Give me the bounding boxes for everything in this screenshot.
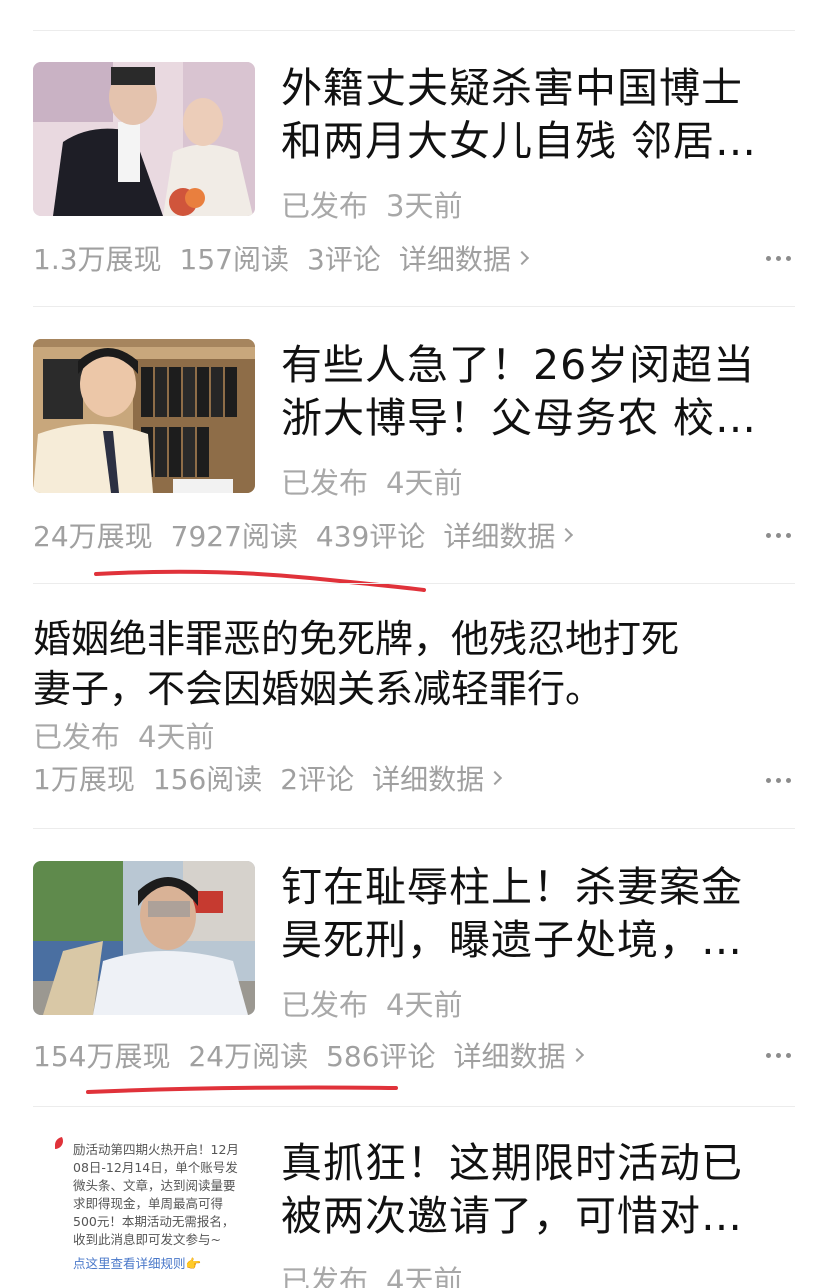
article-thumbnail[interactable] <box>33 62 255 216</box>
title-line: 和两月大女儿自残 邻居… <box>281 117 758 165</box>
title-line: 妻子，不会因婚姻关系减轻罪行。 <box>33 667 604 711</box>
publish-info: 已发布 4天前 <box>281 460 462 502</box>
chevron-right-icon <box>488 770 503 786</box>
thumb-text-line: 500元！本期活动无需报名， <box>73 1214 235 1229</box>
title-line: 浙大博导！父母务农 校… <box>281 394 758 442</box>
more-options-icon[interactable] <box>766 533 791 538</box>
article-thumbnail[interactable] <box>33 339 255 493</box>
publish-info: 已发布 4天前 <box>281 982 462 1024</box>
title-line: 外籍丈夫疑杀害中国博士 <box>281 64 743 112</box>
comments-count: 3评论 <box>306 243 381 276</box>
thumb-text-line: 08日-12月14日，单个账号发 <box>73 1160 238 1175</box>
article-title[interactable]: 真抓狂！这期限时活动已 被两次邀请了，可惜对… <box>281 1137 791 1243</box>
chevron-right-icon <box>569 1047 584 1063</box>
reads-count: 7927阅读 <box>170 520 298 553</box>
title-line: 昊死刑，曝遗子处境，… <box>281 916 743 964</box>
details-label: 详细数据 <box>372 763 485 796</box>
more-options-icon[interactable] <box>766 256 791 261</box>
article-stats: 154万展现 24万阅读 586评论 详细数据 <box>33 1035 584 1075</box>
publish-time: 4天前 <box>386 1264 463 1288</box>
details-label: 详细数据 <box>443 520 556 553</box>
red-underline-annotation <box>86 1085 398 1094</box>
article-title[interactable]: 外籍丈夫疑杀害中国博士 和两月大女儿自残 邻居… <box>281 62 791 168</box>
thumb-rules-link: 点这里查看详细规则👉 <box>73 1256 202 1271</box>
details-label: 详细数据 <box>398 243 511 276</box>
publish-status: 已发布 <box>281 189 369 223</box>
impressions-count: 24万展现 <box>33 520 153 553</box>
red-dot-icon <box>55 1137 63 1149</box>
impressions-count: 154万展现 <box>33 1040 171 1073</box>
article-stats: 1万展现 156阅读 2评论 详细数据 <box>33 758 503 798</box>
reads-count: 24万阅读 <box>188 1040 309 1073</box>
impressions-count: 1万展现 <box>33 763 135 796</box>
publish-time: 4天前 <box>386 988 463 1022</box>
divider <box>33 583 795 584</box>
divider <box>33 306 795 307</box>
title-line: 有些人急了！26岁闵超当 <box>281 341 756 389</box>
publish-info: 已发布 4天前 <box>281 1258 462 1288</box>
thumb-text-line: 求即得现金，单周最高可得 <box>73 1196 224 1211</box>
reads-count: 157阅读 <box>179 243 289 276</box>
comments-count: 2评论 <box>280 763 355 796</box>
article-title[interactable]: 有些人急了！26岁闵超当 浙大博导！父母务农 校… <box>281 339 791 445</box>
title-line: 钉在耻辱柱上！杀妻案金 <box>281 863 743 911</box>
thumb-notice-text: 励活动第四期火热开启！12月 08日-12月14日，单个账号发 微头条、文章，达… <box>73 1141 239 1273</box>
details-link[interactable]: 详细数据 <box>372 758 503 798</box>
red-underline-annotation <box>94 569 426 592</box>
article-thumbnail[interactable] <box>33 861 255 1015</box>
publish-status: 已发布 <box>281 1264 369 1288</box>
divider <box>33 828 795 829</box>
publish-time: 4天前 <box>138 720 215 754</box>
comments-count: 439评论 <box>315 520 426 553</box>
more-options-icon[interactable] <box>766 1053 791 1058</box>
article-feed: 外籍丈夫疑杀害中国博士 和两月大女儿自残 邻居… 已发布 3天前 1.3万展现 1… <box>0 0 827 1288</box>
details-label: 详细数据 <box>453 1040 566 1073</box>
thumb-text-line: 微头条、文章，达到阅读量要 <box>73 1178 236 1193</box>
publish-info: 已发布 4天前 <box>33 714 214 756</box>
title-line: 真抓狂！这期限时活动已 <box>281 1139 743 1187</box>
publish-status: 已发布 <box>281 988 369 1022</box>
publish-status: 已发布 <box>281 466 369 500</box>
publish-time: 4天前 <box>386 466 463 500</box>
thumb-text-line: 收到此消息即可发文参与~ <box>73 1232 221 1247</box>
comments-count: 586评论 <box>326 1040 436 1073</box>
more-options-icon[interactable] <box>766 778 791 783</box>
article-thumbnail[interactable]: 励活动第四期火热开启！12月 08日-12月14日，单个账号发 微头条、文章，达… <box>55 1137 255 1288</box>
publish-info: 已发布 3天前 <box>281 183 462 225</box>
chevron-right-icon <box>559 527 574 543</box>
article-stats: 24万展现 7927阅读 439评论 详细数据 <box>33 515 574 555</box>
reads-count: 156阅读 <box>152 763 263 796</box>
impressions-count: 1.3万展现 <box>33 243 162 276</box>
details-link[interactable]: 详细数据 <box>443 515 574 555</box>
chevron-right-icon <box>514 250 529 266</box>
article-stats: 1.3万展现 157阅读 3评论 详细数据 <box>33 238 529 278</box>
article-title[interactable]: 婚姻绝非罪恶的免死牌，他残忍地打死 妻子，不会因婚姻关系减轻罪行。 <box>33 614 803 714</box>
publish-time: 3天前 <box>386 189 463 223</box>
details-link[interactable]: 详细数据 <box>398 238 529 278</box>
publish-status: 已发布 <box>33 720 121 754</box>
details-link[interactable]: 详细数据 <box>453 1035 584 1075</box>
divider <box>33 1106 795 1107</box>
divider <box>33 30 795 31</box>
thumb-text-line: 励活动第四期火热开启！12月 <box>73 1142 239 1157</box>
article-title[interactable]: 钉在耻辱柱上！杀妻案金 昊死刑，曝遗子处境，… <box>281 861 791 967</box>
title-line: 被两次邀请了，可惜对… <box>281 1192 743 1240</box>
title-line: 婚姻绝非罪恶的免死牌，他残忍地打死 <box>33 617 680 661</box>
